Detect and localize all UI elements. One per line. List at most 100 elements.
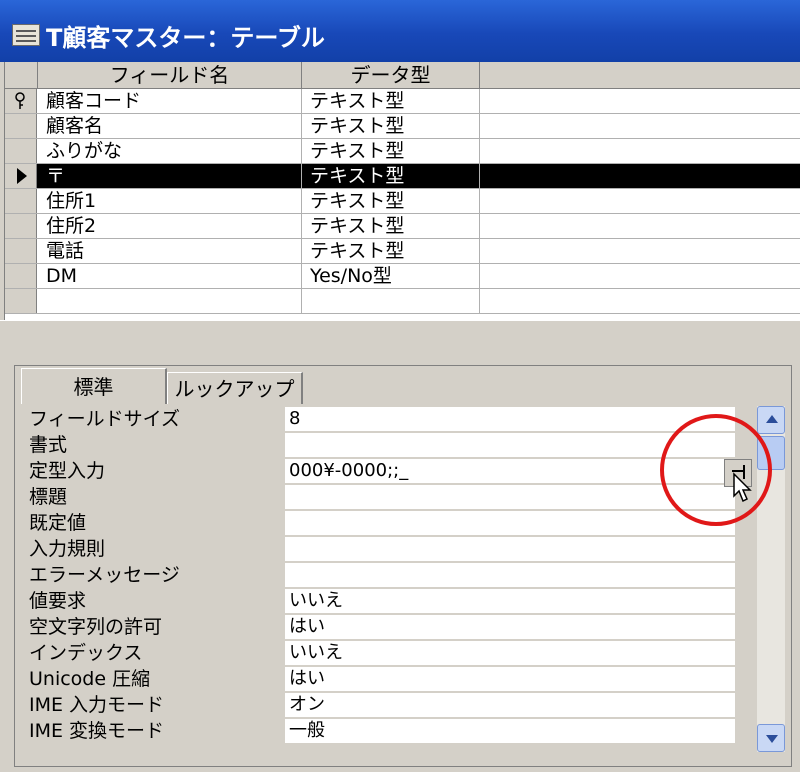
row-selector[interactable] xyxy=(5,139,37,163)
scroll-up-button[interactable] xyxy=(757,406,785,434)
tab-general[interactable]: 標準 xyxy=(21,368,167,404)
field-name-cell[interactable]: DM xyxy=(38,264,302,288)
property-value[interactable]: 一般 xyxy=(285,719,735,743)
row-selector[interactable] xyxy=(5,239,37,263)
property-label: 既定値 xyxy=(29,512,87,534)
property-label: インデックス xyxy=(29,642,143,664)
highlight-circle xyxy=(660,414,772,526)
data-type-cell[interactable]: テキスト型 xyxy=(302,114,480,138)
table-row[interactable]: ふりがな テキスト型 xyxy=(5,139,800,164)
property-row: フィールドサイズ 8 xyxy=(29,406,735,432)
description-cell[interactable] xyxy=(480,289,800,313)
header-selector xyxy=(5,62,38,88)
table-row[interactable]: 電話 テキスト型 xyxy=(5,239,800,264)
field-grid: フィールド名 データ型 顧客コード テキスト型 顧客名 テキスト型 ふりがな テ… xyxy=(4,62,800,320)
field-name-cell[interactable]: ふりがな xyxy=(38,139,302,163)
description-cell[interactable] xyxy=(480,139,800,163)
property-row: IME 入力モード オン xyxy=(29,692,735,718)
property-row: 書式 xyxy=(29,432,735,458)
field-name-cell[interactable]: 住所2 xyxy=(38,214,302,238)
description-cell[interactable] xyxy=(480,239,800,263)
property-label: IME 入力モード xyxy=(29,694,165,716)
description-cell[interactable] xyxy=(480,264,800,288)
property-value[interactable]: オン xyxy=(285,693,735,717)
title-bar[interactable]: T顧客マスター：テーブル xyxy=(0,0,800,62)
property-row: エラーメッセージ xyxy=(29,562,735,588)
property-label: 標題 xyxy=(29,486,68,508)
property-value[interactable]: いいえ xyxy=(285,641,735,665)
field-name-cell[interactable]: 電話 xyxy=(38,239,302,263)
table-row[interactable]: 顧客コード テキスト型 xyxy=(5,89,800,114)
description-cell[interactable] xyxy=(480,114,800,138)
property-row: IME 変換モード 一般 xyxy=(29,718,735,744)
table-design-window: T顧客マスター：テーブル フィールド名 データ型 顧客コード テキスト型 顧客名… xyxy=(0,0,800,772)
column-header-description xyxy=(480,62,800,88)
table-row-empty[interactable] xyxy=(5,289,800,314)
property-value[interactable] xyxy=(285,563,735,587)
row-selector[interactable] xyxy=(5,89,37,113)
property-label: 値要求 xyxy=(29,590,87,612)
data-type-cell[interactable] xyxy=(302,289,480,313)
field-properties-panel: 標準 ルックアップ フィールドサイズ 8 書式 定型入力 000¥-0000;;_ … xyxy=(14,365,792,767)
table-row-selected[interactable]: 〒 テキスト型 xyxy=(5,164,800,189)
property-row: 空文字列の許可 はい xyxy=(29,614,735,640)
description-cell[interactable] xyxy=(480,164,800,188)
table-row[interactable]: 顧客名 テキスト型 xyxy=(5,114,800,139)
property-label: 書式 xyxy=(29,434,68,456)
data-type-cell[interactable]: テキスト型 xyxy=(302,164,480,188)
scroll-down-button[interactable] xyxy=(757,724,785,752)
data-type-cell[interactable]: テキスト型 xyxy=(302,239,480,263)
field-name-cell[interactable]: 顧客コード xyxy=(38,89,302,113)
property-value[interactable] xyxy=(285,511,735,535)
property-list: フィールドサイズ 8 書式 定型入力 000¥-0000;;_ 標題 既定値 入力規… xyxy=(29,406,769,752)
property-row: Unicode 圧縮 はい xyxy=(29,666,735,692)
window-title: T顧客マスター：テーブル xyxy=(46,24,325,52)
field-name-cell[interactable]: 顧客名 xyxy=(38,114,302,138)
data-type-cell[interactable]: テキスト型 xyxy=(302,139,480,163)
field-name-cell[interactable]: 〒 xyxy=(38,164,302,188)
key-icon xyxy=(15,92,25,109)
property-row: 既定値 xyxy=(29,510,735,536)
chevron-up-icon xyxy=(766,415,778,423)
column-header-field-name: フィールド名 xyxy=(38,62,302,88)
column-header-data-type: データ型 xyxy=(302,62,480,88)
property-label: 空文字列の許可 xyxy=(29,616,163,638)
table-icon xyxy=(12,24,40,46)
row-selector[interactable] xyxy=(5,189,37,213)
field-name-cell[interactable]: 住所1 xyxy=(38,189,302,213)
pane-splitter[interactable] xyxy=(0,320,800,351)
property-label: 入力規則 xyxy=(29,538,106,560)
description-cell[interactable] xyxy=(480,214,800,238)
table-row[interactable]: 住所2 テキスト型 xyxy=(5,214,800,239)
property-label: エラーメッセージ xyxy=(29,564,180,586)
row-selector[interactable] xyxy=(5,214,37,238)
row-selector[interactable] xyxy=(5,289,37,313)
property-value[interactable]: はい xyxy=(285,667,735,691)
property-row: インデックス いいえ xyxy=(29,640,735,666)
description-cell[interactable] xyxy=(480,189,800,213)
table-row[interactable]: DM Yes/No型 xyxy=(5,264,800,289)
row-selector[interactable] xyxy=(5,164,37,188)
property-value[interactable]: はい xyxy=(285,615,735,639)
description-cell[interactable] xyxy=(480,89,800,113)
property-value[interactable]: いいえ xyxy=(285,589,735,613)
property-row: 定型入力 000¥-0000;;_ xyxy=(29,458,735,484)
property-value[interactable] xyxy=(285,537,735,561)
data-type-cell[interactable]: テキスト型 xyxy=(302,189,480,213)
data-type-cell[interactable]: テキスト型 xyxy=(302,89,480,113)
tab-lookup[interactable]: ルックアップ xyxy=(167,372,303,404)
property-row: 標題 xyxy=(29,484,735,510)
data-type-cell[interactable]: テキスト型 xyxy=(302,214,480,238)
data-type-cell[interactable]: Yes/No型 xyxy=(302,264,480,288)
table-row[interactable]: 住所1 テキスト型 xyxy=(5,189,800,214)
property-row: 値要求 いいえ xyxy=(29,588,735,614)
grid-header: フィールド名 データ型 xyxy=(5,62,800,89)
property-value[interactable]: 8 xyxy=(285,407,735,431)
property-label: Unicode 圧縮 xyxy=(29,668,151,690)
property-label: IME 変換モード xyxy=(29,720,165,742)
field-name-cell[interactable] xyxy=(38,289,302,313)
row-selector[interactable] xyxy=(5,114,37,138)
property-label: 定型入力 xyxy=(29,460,106,482)
mouse-pointer-icon xyxy=(733,472,752,503)
row-selector[interactable] xyxy=(5,264,37,288)
